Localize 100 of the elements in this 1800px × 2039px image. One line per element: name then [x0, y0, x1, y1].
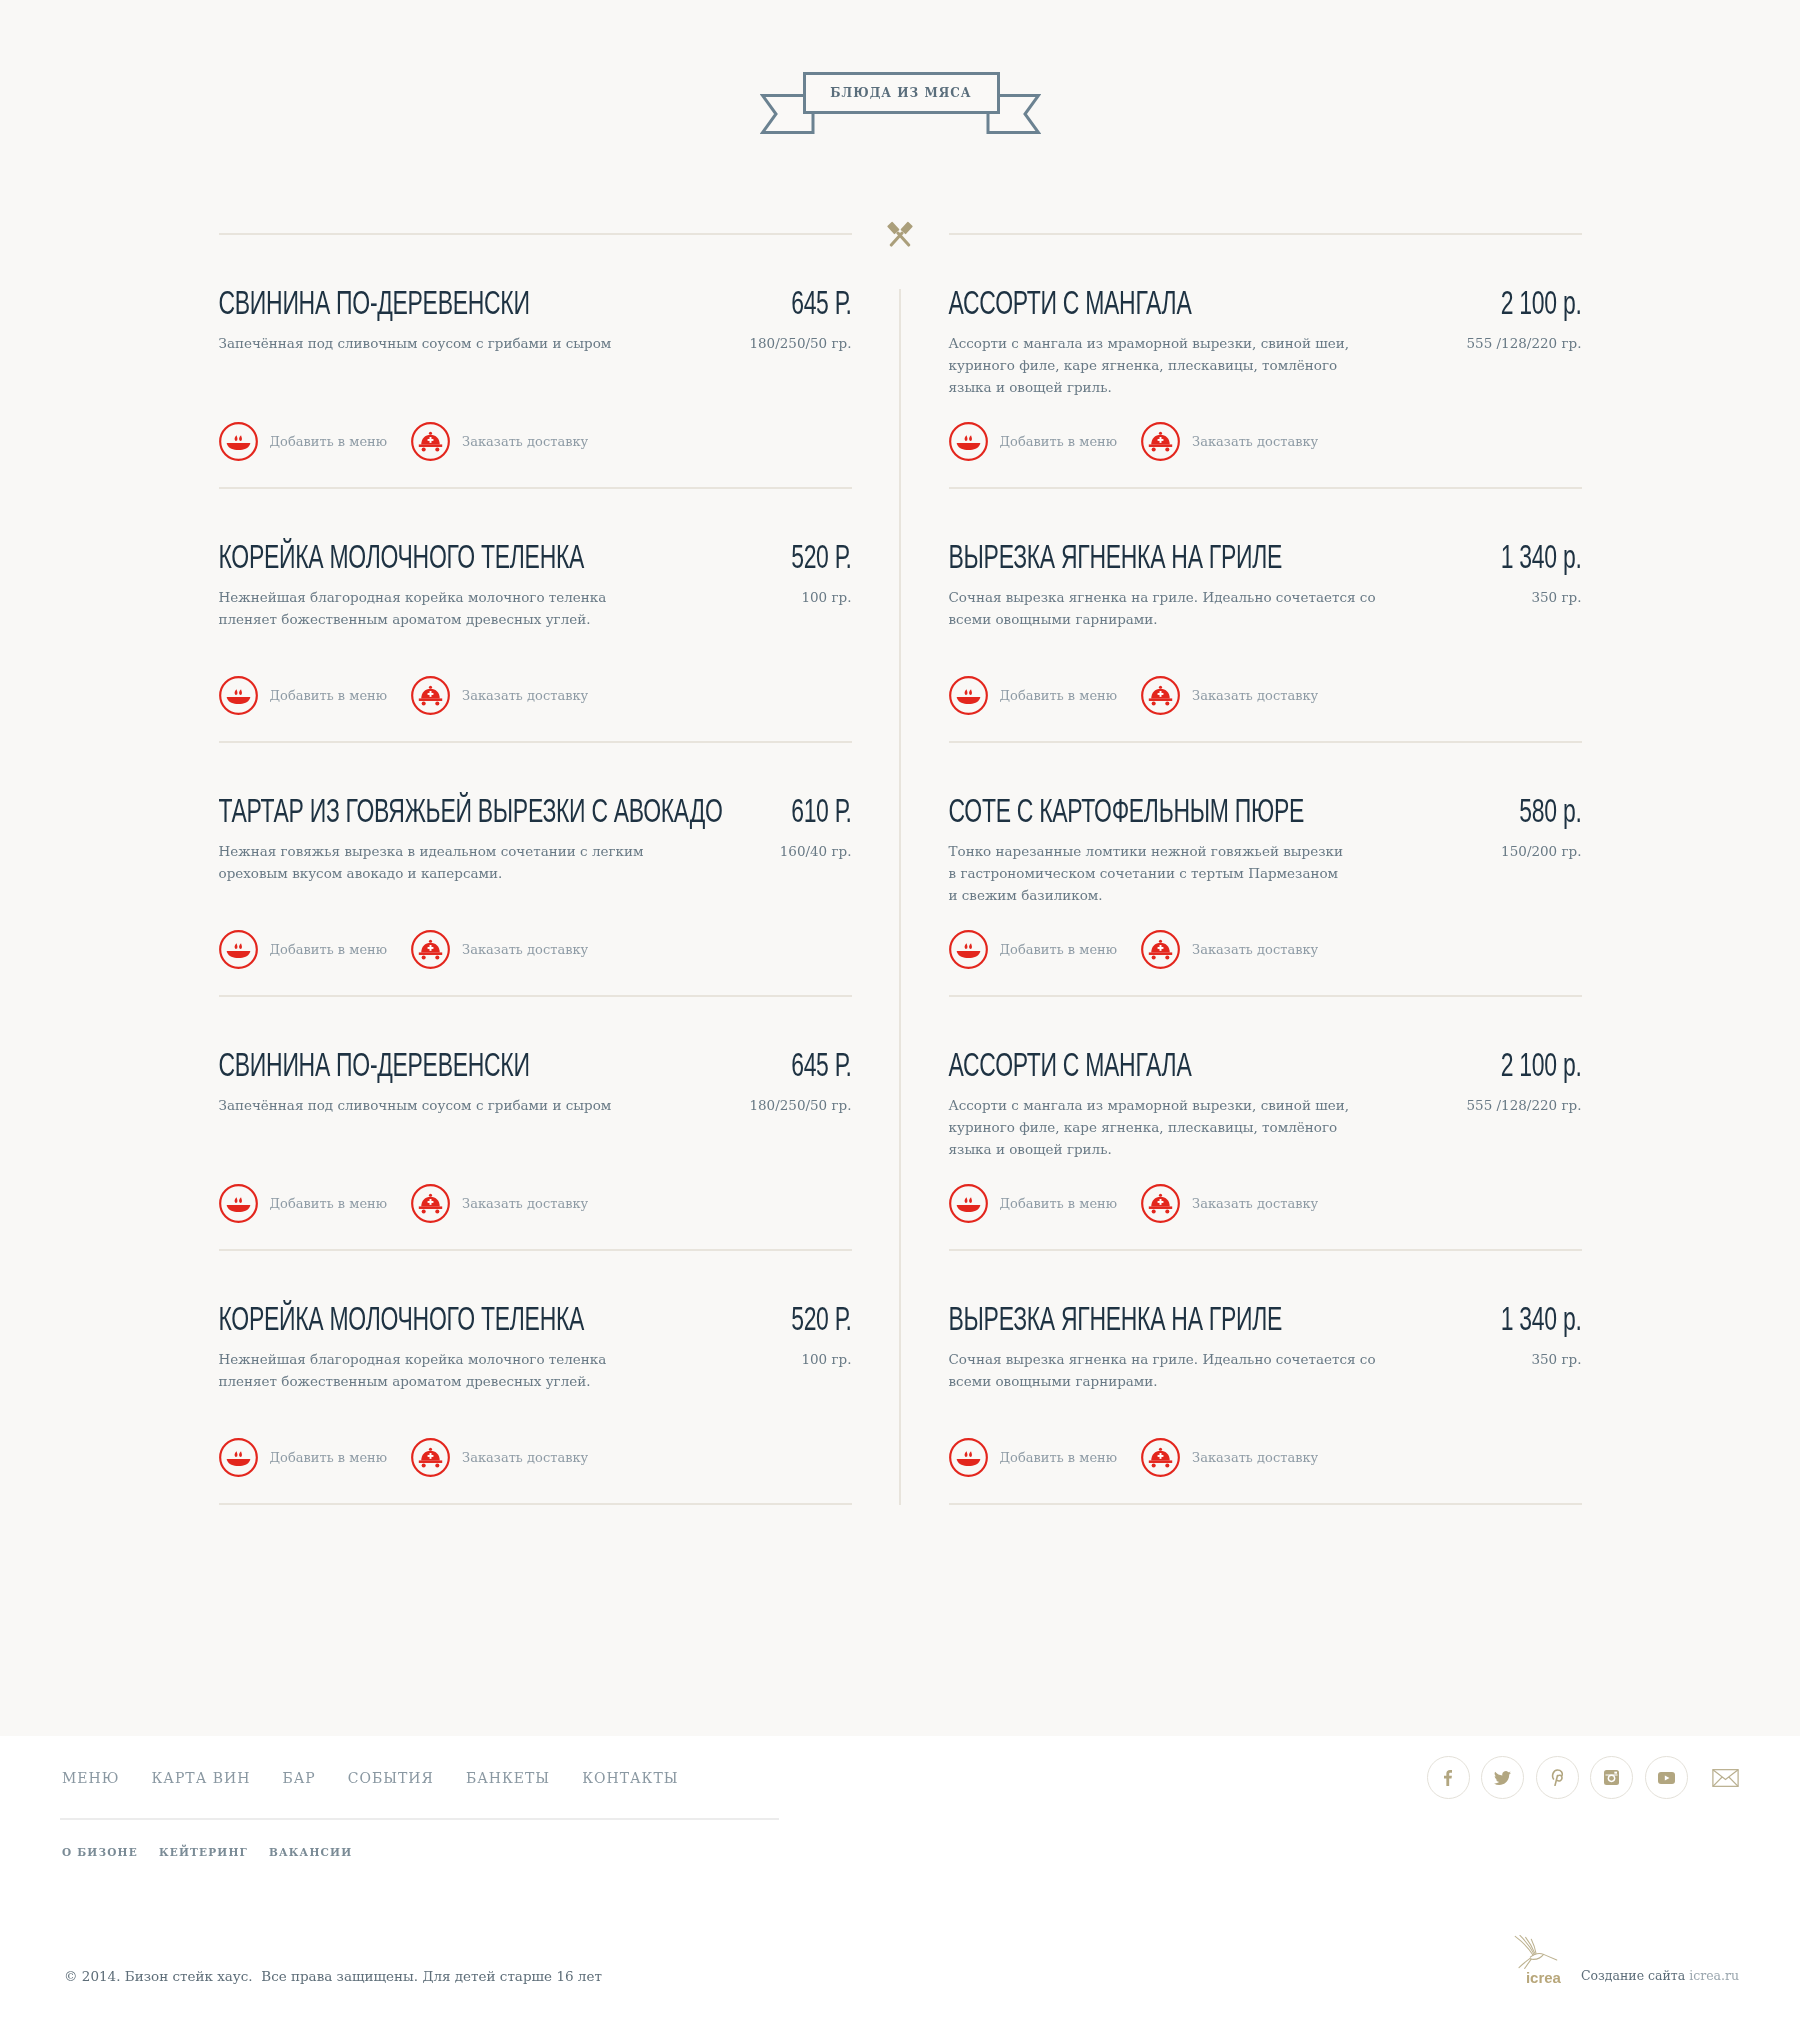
footer-nav-link[interactable]: БАНКЕТЫ	[465, 1769, 551, 1786]
dish-weight: 100 гр.	[801, 588, 852, 607]
cloche-icon	[411, 676, 451, 715]
dish-description: Ассорти с мангала из мраморной вырезки, свиной шеи, куриного филе, каре ягненка, плескавицы, томлёного языка и овощей гриль.	[948, 334, 1350, 397]
dish-price: 1 340 р.	[1500, 536, 1582, 577]
dish-description: Нежная говяжья вырезка в идеальном сочетании с легким ореховым вкусом авокадо и каперсами.	[218, 842, 644, 883]
order-delivery-button[interactable]: Заказать доставку	[1141, 1438, 1319, 1477]
plate-icon	[948, 422, 988, 461]
dish-weight: 555 /128/220 гр.	[1466, 1096, 1582, 1115]
cloche-icon	[1141, 676, 1181, 715]
cloche-icon	[411, 1184, 451, 1223]
dish-name: КОРЕЙКА МОЛОЧНОГО ТЕЛЕНКА	[218, 536, 585, 577]
cloche-icon	[1141, 1184, 1181, 1223]
add-to-menu-button[interactable]: Добавить в меню	[948, 1184, 1118, 1223]
footer-subnav-link[interactable]: КЕЙТЕРИНГ	[158, 1845, 249, 1859]
add-to-menu-button[interactable]: Добавить в меню	[218, 1438, 388, 1477]
cloche-icon	[1141, 422, 1181, 461]
credit-text: Создание сайта icrea.ru	[1580, 1967, 1739, 1985]
order-delivery-button[interactable]: Заказать доставку	[411, 1184, 589, 1223]
footer-subnav-link[interactable]: ВАКАНСИИ	[269, 1845, 353, 1859]
cloche-icon	[411, 930, 451, 969]
mail-icon[interactable]	[1712, 1768, 1739, 1787]
order-delivery-button[interactable]: Заказать доставку	[411, 422, 589, 461]
facebook-icon	[1444, 1769, 1452, 1786]
dish-name: АССОРТИ С МАНГАЛА	[948, 1044, 1192, 1085]
dish-description: Тонко нарезанные ломтики нежной говяжьей вырезки в гастрономическом сочетании с тертым Пармезаном и свежим базиликом.	[948, 842, 1343, 905]
dish-weight: 180/250/50 гр.	[749, 1096, 852, 1115]
dish-weight: 350 гр.	[1531, 588, 1582, 607]
order-delivery-button[interactable]: Заказать доставку	[411, 930, 589, 969]
order-delivery-button[interactable]: Заказать доставку	[1141, 676, 1319, 715]
order-delivery-button[interactable]: Заказать доставку	[1141, 422, 1319, 461]
dish-weight: 555 /128/220 гр.	[1466, 334, 1582, 353]
cloche-icon	[1141, 930, 1181, 969]
dish-price: 2 100 р.	[1500, 1044, 1582, 1085]
dish-price: 645 Р.	[791, 282, 852, 323]
cloche-icon	[411, 422, 451, 461]
pinterest-icon	[1551, 1769, 1563, 1786]
plate-icon	[218, 1184, 258, 1223]
footer-nav-link[interactable]: СОБЫТИЯ	[347, 1769, 434, 1786]
copyright-text: © 2014. Бизон стейк хаус. Все права защищены. Для детей старше 16 лет	[64, 1967, 602, 1986]
dish-price: 610 Р.	[791, 790, 852, 831]
instagram-icon	[1604, 1770, 1619, 1785]
add-to-menu-button[interactable]: Добавить в меню	[948, 676, 1118, 715]
twitter-icon	[1494, 1770, 1511, 1785]
dish-description: Нежнейшая благородная корейка молочного теленка пленяет божественным ароматом древесных углей.	[218, 588, 607, 629]
credit-link[interactable]: icrea.ru	[1689, 1968, 1739, 1983]
dish-description: Сочная вырезка ягненка на гриле. Идеально сочетается со всеми овощными гарнирами.	[948, 1350, 1376, 1391]
plate-icon	[218, 676, 258, 715]
plate-icon	[218, 1438, 258, 1477]
footer-nav-link[interactable]: МЕНЮ	[62, 1769, 120, 1786]
order-delivery-button[interactable]: Заказать доставку	[411, 676, 589, 715]
dish-name: СОТЕ С КАРТОФЕЛЬНЫМ ПЮРЕ	[948, 790, 1304, 831]
dish-description: Ассорти с мангала из мраморной вырезки, свиной шеи, куриного филе, каре ягненка, плескавицы, томлёного языка и овощей гриль.	[948, 1096, 1350, 1159]
crossed-knives-icon	[886, 221, 914, 247]
order-delivery-button[interactable]: Заказать доставку	[1141, 1184, 1319, 1223]
dish-price: 580 р.	[1519, 790, 1582, 831]
order-delivery-button[interactable]: Заказать доставку	[1141, 930, 1319, 969]
add-to-menu-button[interactable]: Добавить в меню	[948, 422, 1118, 461]
dish-price: 520 Р.	[791, 536, 852, 577]
dish-weight: 160/40 гр.	[779, 842, 852, 861]
dish-name: ВЫРЕЗКА ЯГНЕНКА НА ГРИЛЕ	[948, 1298, 1283, 1339]
dish-price: 520 Р.	[791, 1298, 852, 1339]
dish-description: Сочная вырезка ягненка на гриле. Идеально сочетается со всеми овощными гарнирами.	[948, 588, 1376, 629]
dish-name: ВЫРЕЗКА ЯГНЕНКА НА ГРИЛЕ	[948, 536, 1283, 577]
plate-icon	[218, 930, 258, 969]
section-title: БЛЮДА ИЗ МЯСА	[829, 85, 973, 102]
add-to-menu-button[interactable]: Добавить в меню	[218, 422, 388, 461]
add-to-menu-button[interactable]: Добавить в меню	[218, 1184, 388, 1223]
dish-price: 1 340 р.	[1500, 1298, 1582, 1339]
add-to-menu-button[interactable]: Добавить в меню	[948, 930, 1118, 969]
dish-weight: 180/250/50 гр.	[749, 334, 852, 353]
dish-name: СВИНИНА ПО-ДЕРЕВЕНСКИ	[218, 282, 530, 323]
dish-description: Запечённая под сливочным соусом с грибами и сыром	[218, 334, 612, 353]
plate-icon	[218, 422, 258, 461]
footer-nav-link[interactable]: БАР	[282, 1769, 316, 1786]
dish-name: СВИНИНА ПО-ДЕРЕВЕНСКИ	[218, 1044, 530, 1085]
dish-description: Нежнейшая благородная корейка молочного теленка пленяет божественным ароматом древесных углей.	[218, 1350, 607, 1391]
hummingbird-logo-icon	[1514, 1935, 1559, 1969]
plate-icon	[948, 676, 988, 715]
dish-weight: 150/200 гр.	[1501, 842, 1582, 861]
youtube-icon	[1657, 1771, 1675, 1784]
add-to-menu-button[interactable]: Добавить в меню	[948, 1438, 1118, 1477]
footer-subnav-link[interactable]: О БИЗОНЕ	[62, 1845, 138, 1859]
dish-name: ТАРТАР ИЗ ГОВЯЖЬЕЙ ВЫРЕЗКИ С АВОКАДО	[218, 790, 723, 831]
dish-weight: 100 гр.	[801, 1350, 852, 1369]
plate-icon	[948, 930, 988, 969]
add-to-menu-button[interactable]: Добавить в меню	[218, 930, 388, 969]
dish-name: АССОРТИ С МАНГАЛА	[948, 282, 1192, 323]
dish-price: 645 Р.	[791, 1044, 852, 1085]
footer-nav-link[interactable]: КАРТА ВИН	[151, 1769, 251, 1786]
dish-description: Запечённая под сливочным соусом с грибами и сыром	[218, 1096, 612, 1115]
add-to-menu-button[interactable]: Добавить в меню	[218, 676, 388, 715]
dish-price: 2 100 р.	[1500, 282, 1582, 323]
cloche-icon	[1141, 1438, 1181, 1477]
dish-name: КОРЕЙКА МОЛОЧНОГО ТЕЛЕНКА	[218, 1298, 585, 1339]
cloche-icon	[411, 1438, 451, 1477]
order-delivery-button[interactable]: Заказать доставку	[411, 1438, 589, 1477]
plate-icon	[948, 1438, 988, 1477]
plate-icon	[948, 1184, 988, 1223]
footer-nav-link[interactable]: КОНТАКТЫ	[582, 1769, 679, 1786]
